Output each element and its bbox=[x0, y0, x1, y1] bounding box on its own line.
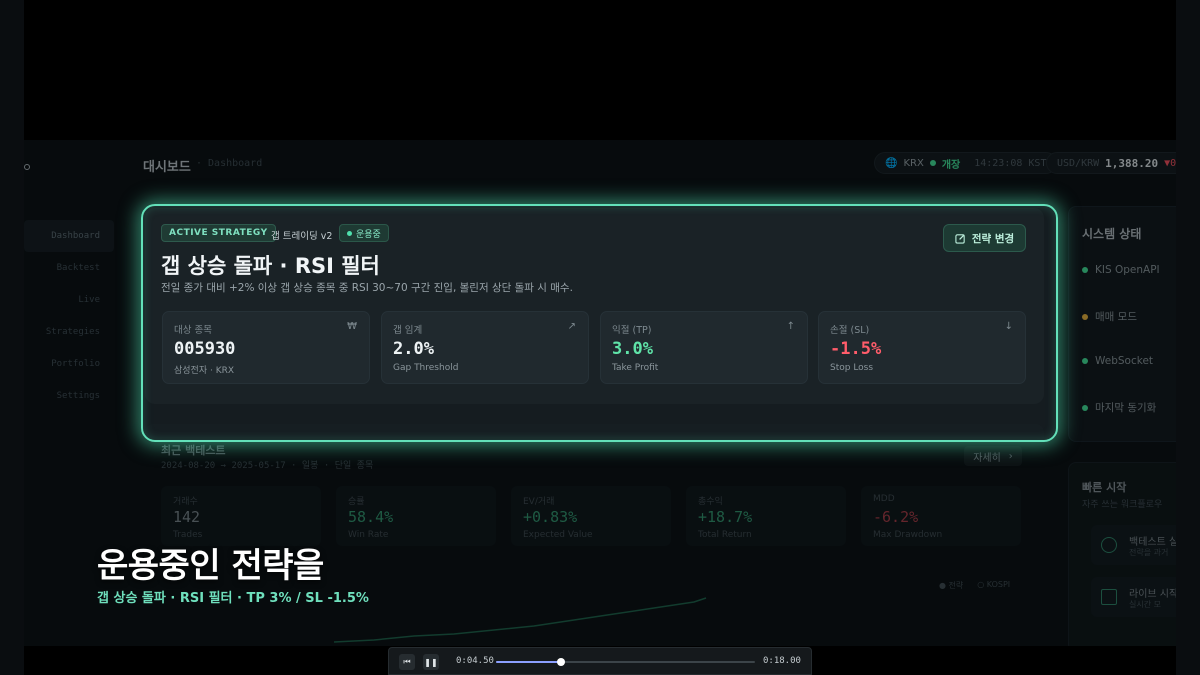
pause-icon: ❚❚ bbox=[424, 657, 438, 667]
pause-button[interactable]: ❚❚ bbox=[423, 654, 439, 670]
active-strategy-badge: ACTIVE STRATEGY bbox=[161, 224, 276, 242]
metric-mdd: MDD -6.2% Max Drawdown bbox=[861, 486, 1021, 546]
seek-slider[interactable] bbox=[496, 658, 755, 666]
video-player-bar: ⏮ ❚❚ 0:04.50 0:18.00 bbox=[388, 647, 812, 675]
seek-handle[interactable] bbox=[556, 658, 565, 666]
page-title: 대시보드 bbox=[143, 160, 191, 175]
caption-subtitle: 갭 상승 돌파 · RSI 필터 · TP 3% / SL -1.5% bbox=[97, 591, 369, 606]
chevron-right-icon: › bbox=[1008, 450, 1013, 462]
sidebar: Dashboard Backtest Live Strategies Portf… bbox=[24, 220, 114, 412]
seek-progress bbox=[496, 661, 561, 663]
video-frame: Dashboard Backtest Live Strategies Portf… bbox=[0, 0, 1200, 675]
sidebar-item-backtest[interactable]: Backtest bbox=[24, 252, 114, 284]
quick-start-subtitle: 자주 쓰는 워크플로우 bbox=[1082, 500, 1163, 510]
metric-return: 총수익 +18.7% Total Return bbox=[686, 486, 846, 546]
right-gutter bbox=[1176, 0, 1200, 675]
caption-title: 운용중인 전략을 bbox=[97, 546, 324, 586]
system-item-mode: 매매 모드 bbox=[1082, 309, 1137, 324]
chart-legend: ● 전략 ○ KOSPI bbox=[939, 580, 1010, 591]
quick-live-button[interactable]: 라이브 시작 실시간 모 bbox=[1091, 577, 1176, 617]
sidebar-item-dashboard[interactable]: Dashboard bbox=[24, 220, 114, 252]
play-icon bbox=[1101, 589, 1117, 605]
globe-icon: 🌐 bbox=[885, 157, 898, 169]
fx-rate-pill: USD/KRW 1,388.20 ▼0.2 bbox=[1046, 152, 1176, 174]
system-item-sync: 마지막 동기화 bbox=[1082, 400, 1156, 415]
status-dot bbox=[1082, 404, 1088, 411]
system-item-kis: KIS OpenAPI bbox=[1082, 264, 1160, 276]
running-status-badge: 운용중 bbox=[339, 224, 389, 242]
sidebar-item-portfolio[interactable]: Portfolio bbox=[24, 348, 114, 380]
legend-kospi: ○ KOSPI bbox=[977, 580, 1011, 589]
stat-gap-threshold: 갭 임계 ↗ 2.0% Gap Threshold bbox=[381, 311, 589, 384]
status-dot bbox=[1082, 313, 1088, 320]
market-status-pill: 🌐 KRX 개장 14:23:08 KST bbox=[874, 152, 1058, 174]
clock-icon bbox=[1101, 537, 1117, 553]
metric-trades: 거래수 142 Trades bbox=[161, 486, 321, 546]
stat-take-profit: 익절 (TP) ↑ 3.0% Take Profit bbox=[600, 311, 808, 384]
change-strategy-button[interactable]: 전략 변경 bbox=[943, 224, 1026, 252]
backtest-range: 2024-08-20 → 2025-05-17 · 일봉 · 단일 종목 bbox=[161, 461, 374, 471]
sidebar-item-strategies[interactable]: Strategies bbox=[24, 316, 114, 348]
strategy-description: 전일 종가 대비 +2% 이상 갭 상승 종목 중 RSI 30~70 구간 진… bbox=[161, 282, 573, 294]
metric-ev: EV/거래 +0.83% Expected Value bbox=[511, 486, 671, 546]
system-status-panel: 시스템 상태 KIS OpenAPI 매매 모드 WebSocket 마지막 동… bbox=[1068, 206, 1176, 442]
equity-curve bbox=[334, 597, 707, 643]
running-dot bbox=[347, 230, 352, 236]
stat-target-symbol: 대상 종목 ₩ 005930 삼성전자 · KRX bbox=[162, 311, 370, 384]
strategy-title: 갭 상승 돌파 · RSI 필터 bbox=[161, 254, 380, 278]
backtest-more-button[interactable]: 자세히 › bbox=[964, 446, 1022, 466]
restart-button[interactable]: ⏮ bbox=[399, 654, 415, 670]
system-status-title: 시스템 상태 bbox=[1082, 227, 1142, 241]
quick-start-title: 빠른 시작 bbox=[1082, 481, 1127, 494]
system-item-websocket: WebSocket bbox=[1082, 355, 1153, 367]
total-time: 0:18.00 bbox=[763, 656, 801, 666]
arrow-down-icon: ↓ bbox=[1004, 321, 1013, 332]
current-time: 0:04.50 bbox=[456, 656, 494, 666]
sidebar-item-live[interactable]: Live bbox=[24, 284, 114, 316]
sidebar-item-settings[interactable]: Settings bbox=[24, 380, 114, 412]
left-gutter bbox=[0, 0, 24, 675]
arrow-up-icon: ↑ bbox=[786, 321, 795, 332]
equity-line bbox=[334, 597, 707, 643]
won-icon: ₩ bbox=[347, 321, 357, 332]
market-open-dot bbox=[929, 160, 936, 166]
page-subtitle: · Dashboard bbox=[196, 158, 263, 169]
quick-start-panel: 빠른 시작 자주 쓰는 워크플로우 백테스트 실 전략을 과거 라이브 시작 실… bbox=[1068, 462, 1176, 646]
legend-strategy: ● 전략 bbox=[939, 581, 964, 590]
metric-winrate: 승률 58.4% Win Rate bbox=[336, 486, 496, 546]
quick-backtest-button[interactable]: 백테스트 실 전략을 과거 bbox=[1091, 525, 1176, 565]
strategy-name: 갭 트레이딩 v2 bbox=[271, 231, 333, 242]
skip-back-icon: ⏮ bbox=[403, 657, 411, 666]
edit-icon bbox=[955, 233, 965, 244]
status-dot bbox=[1082, 358, 1088, 364]
stat-stop-loss: 손절 (SL) ↓ -1.5% Stop Loss bbox=[818, 311, 1026, 384]
backtest-card-top bbox=[145, 424, 1044, 438]
trend-up-icon: ↗ bbox=[567, 321, 576, 332]
backtest-title: 최근 백테스트 bbox=[161, 444, 226, 457]
status-dot bbox=[1082, 267, 1088, 273]
logo-icon bbox=[24, 164, 30, 170]
